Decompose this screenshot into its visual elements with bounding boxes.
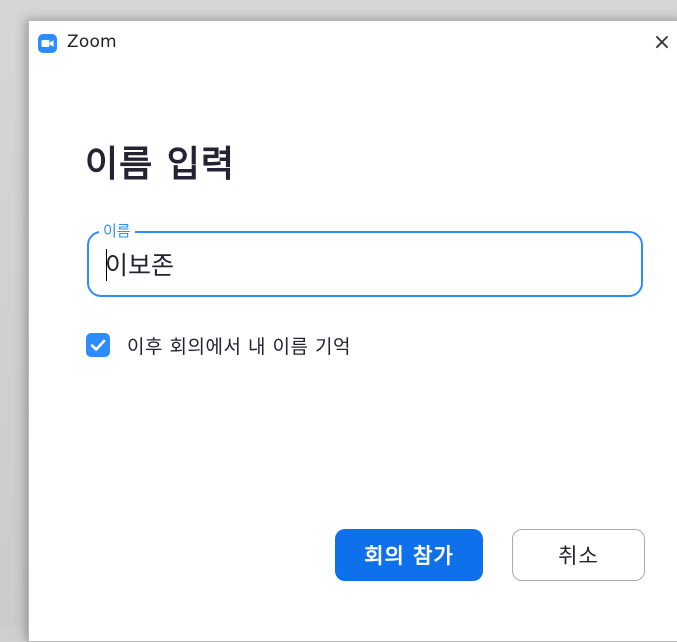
- zoom-name-dialog: Zoom × 이름 입력 이름 이후 회의에서 내 이름 기억 회의 참가 취소: [28, 20, 677, 642]
- dialog-heading: 이름 입력: [85, 144, 236, 185]
- remember-name-label[interactable]: 이후 회의에서 내 이름 기억: [127, 332, 351, 359]
- close-icon[interactable]: ×: [649, 30, 675, 56]
- name-field: 이름: [87, 222, 643, 297]
- text-caret: [106, 249, 107, 281]
- name-input[interactable]: [105, 247, 605, 281]
- title-bar: Zoom ×: [29, 21, 677, 65]
- checkmark-icon: [90, 339, 106, 351]
- window-title: Zoom: [67, 32, 117, 52]
- cancel-button[interactable]: 취소: [512, 529, 645, 581]
- remember-name-checkbox[interactable]: [86, 333, 110, 357]
- join-meeting-button[interactable]: 회의 참가: [335, 529, 483, 581]
- zoom-camera-icon: [38, 34, 57, 53]
- name-field-label: 이름: [99, 222, 135, 240]
